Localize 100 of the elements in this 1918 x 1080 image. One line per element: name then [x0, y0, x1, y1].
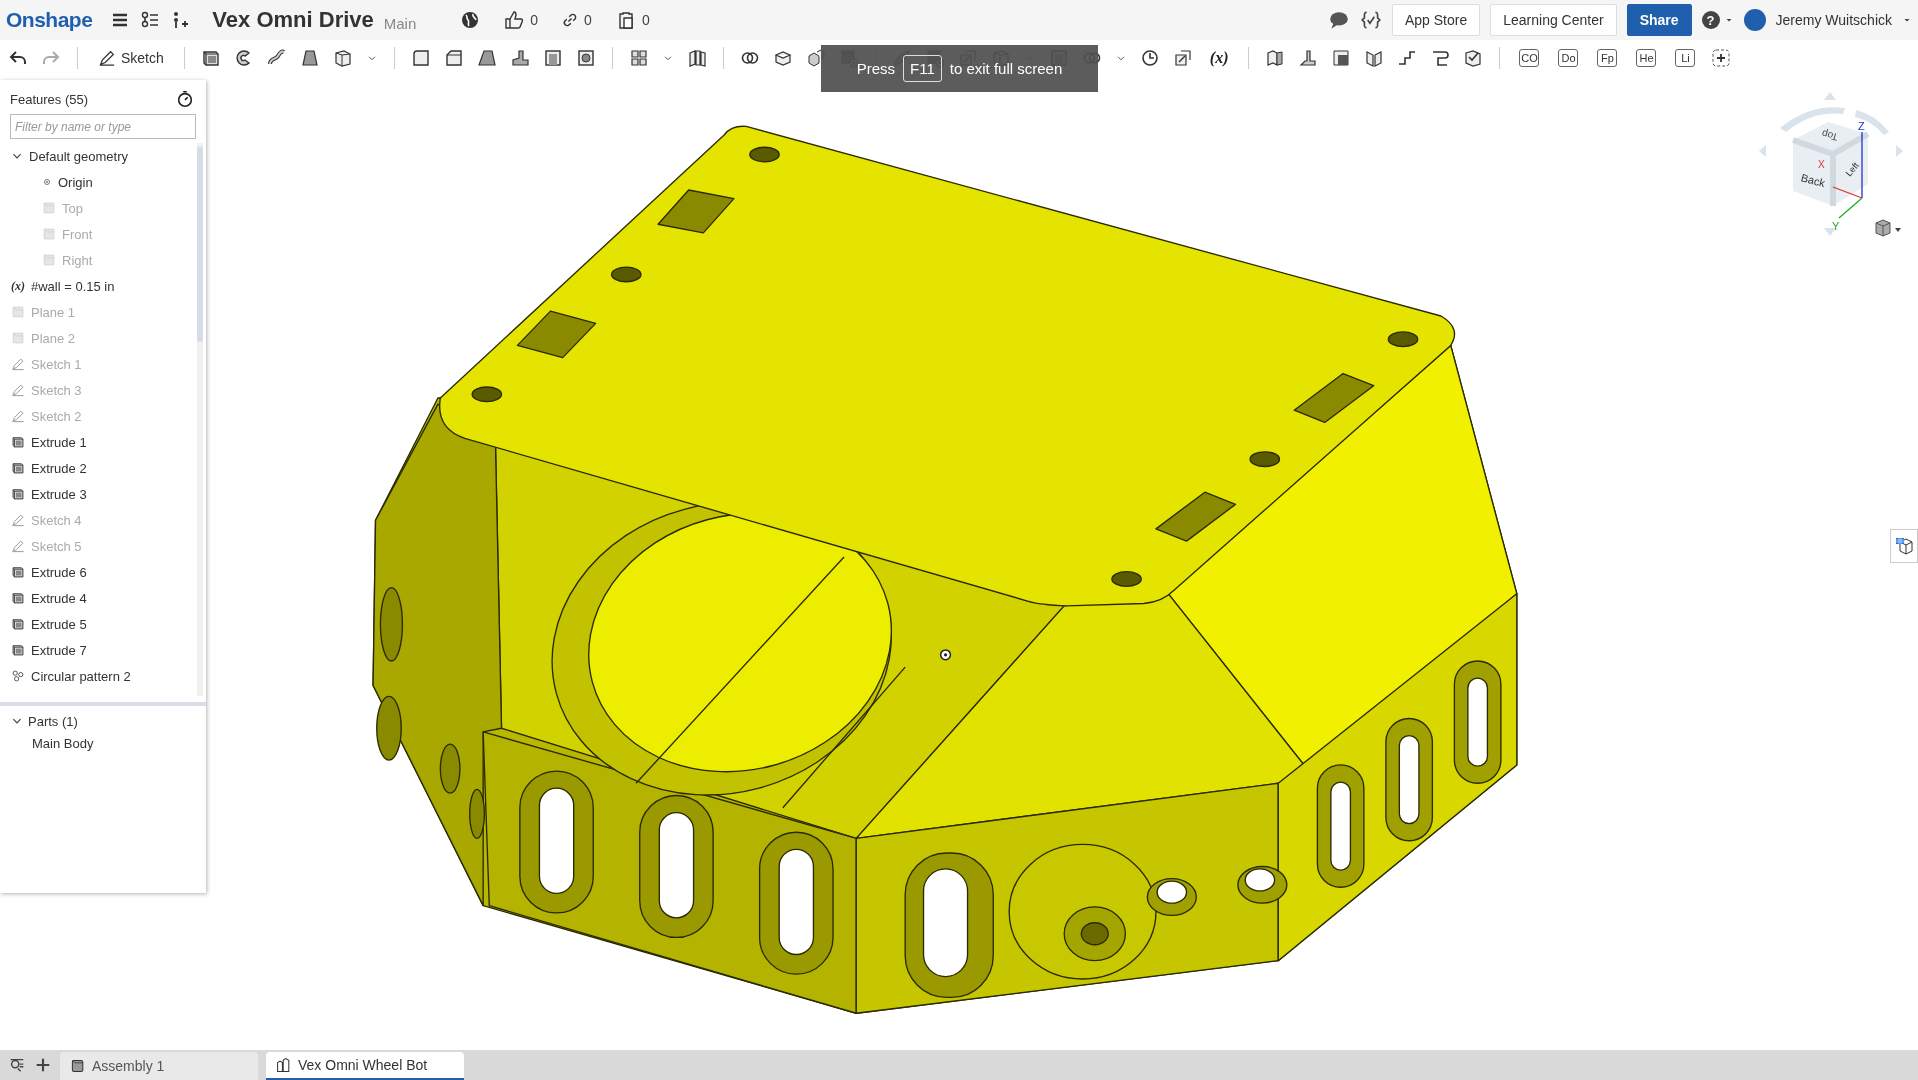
add-icon[interactable]: [34, 1056, 52, 1074]
part-item[interactable]: Main Body: [0, 732, 206, 754]
wedge-icon[interactable]: [476, 47, 497, 68]
feature-label[interactable]: Extrude 4: [31, 590, 87, 606]
custom-feature-button[interactable]: Fp: [1597, 48, 1618, 67]
frustum-icon[interactable]: [299, 47, 320, 68]
bend-icon[interactable]: [1298, 47, 1319, 68]
filter-field[interactable]: Filter by name or type: [10, 114, 196, 139]
document-tab[interactable]: Vex Omni Wheel Bot: [266, 1052, 464, 1080]
search-list-icon[interactable]: [8, 1056, 26, 1074]
variable-icon: (x): [11, 278, 25, 294]
panel-title: Features (55): [10, 91, 89, 107]
thumbs-up-icon[interactable]: [504, 10, 525, 30]
pencil-icon: [98, 48, 116, 67]
feature-label[interactable]: Extrude 2: [31, 460, 87, 476]
box-icon: [11, 461, 25, 475]
axis-label: Y: [1832, 220, 1840, 232]
box-icon: [11, 565, 25, 579]
share-button[interactable]: Share: [1626, 4, 1692, 36]
header-button[interactable]: Learning Center: [1490, 4, 1617, 36]
cube-face-label[interactable]: Left: [1843, 160, 1861, 179]
feature-label[interactable]: Extrude 1: [31, 434, 87, 450]
links-count: 0: [584, 12, 592, 28]
comment-icon[interactable]: [1327, 9, 1350, 31]
custom-feature-button[interactable]: CO: [1519, 48, 1540, 67]
origin-icon: [42, 177, 52, 187]
box-check-icon[interactable]: [1463, 47, 1484, 68]
tree-list-icon[interactable]: [140, 10, 161, 30]
cube-icon[interactable]: [332, 47, 353, 68]
globe-icon[interactable]: [460, 10, 481, 30]
feature-label[interactable]: Extrude 6: [31, 564, 87, 580]
feature-label[interactable]: Extrude 7: [31, 642, 87, 658]
variable-button[interactable]: (x): [1205, 48, 1233, 67]
parts-header[interactable]: Parts (1): [28, 713, 78, 729]
caret-icon[interactable]: [1895, 228, 1901, 232]
feature-label[interactable]: #wall = 0.15 in: [31, 278, 115, 294]
box-icon: [11, 435, 25, 449]
feature-label[interactable]: Default geometry: [29, 148, 128, 164]
cursor-icon: [939, 649, 952, 661]
grid-icon[interactable]: [628, 47, 649, 68]
app-logo[interactable]: Onshape: [6, 8, 93, 32]
cube-view-icon[interactable]: [1875, 219, 1891, 237]
feature-label[interactable]: Circular pattern 2: [31, 668, 131, 684]
plane-icon: [11, 305, 25, 319]
clock-icon[interactable]: [1139, 47, 1160, 68]
link-icon[interactable]: [562, 12, 579, 28]
box-icon: [11, 643, 25, 657]
tooltip-text: to exit full screen: [949, 60, 1063, 77]
tooltip-text: Press: [856, 60, 895, 77]
cube-face-label[interactable]: Back: [1799, 171, 1827, 190]
book-icon[interactable]: [1265, 47, 1286, 68]
custom-feature-button[interactable]: Do: [1558, 48, 1579, 67]
disc-box-icon[interactable]: [575, 47, 596, 68]
chamfer-box-icon[interactable]: [443, 47, 464, 68]
circles-icon: [11, 669, 25, 683]
pencil-icon: [11, 357, 25, 371]
panels-icon[interactable]: [686, 47, 707, 68]
cube-grid-icon: [1894, 536, 1914, 556]
plane-icon: [42, 227, 56, 241]
box-icon: [11, 591, 25, 605]
user-name[interactable]: Jeremy Wuitschick: [1775, 12, 1892, 28]
header-button[interactable]: App Store: [1391, 4, 1481, 36]
feature-label[interactable]: Extrude 3: [31, 486, 87, 502]
document-tab[interactable]: Assembly 1: [60, 1052, 258, 1080]
custom-feature-button[interactable]: Li: [1675, 48, 1696, 67]
part-model-drawing[interactable]: [372, 125, 1518, 1014]
sketch-button[interactable]: Sketch: [94, 48, 168, 67]
document-title: Vex Omni Drive: [212, 7, 374, 33]
braces-check-icon[interactable]: [1359, 9, 1382, 31]
blocks-icon: [276, 1057, 292, 1073]
plane-icon: [11, 331, 25, 345]
rounded-box-icon[interactable]: [410, 47, 431, 68]
add-icon[interactable]: [1711, 47, 1732, 68]
step-icon[interactable]: [509, 47, 530, 68]
pencil-icon: [11, 539, 25, 553]
pencil-icon: [11, 513, 25, 527]
feature-label[interactable]: Origin: [58, 174, 93, 190]
custom-feature-button[interactable]: He: [1636, 48, 1657, 67]
feature-label[interactable]: Extrude 5: [31, 616, 87, 632]
box-icon: [11, 617, 25, 631]
axis-label: Z: [1858, 120, 1865, 132]
help-icon[interactable]: ?: [1701, 11, 1720, 29]
box-icon[interactable]: [542, 47, 563, 68]
scrollbar[interactable]: [197, 143, 203, 696]
plane-icon: [42, 253, 56, 267]
flange-icon[interactable]: [1331, 47, 1352, 68]
stopwatch-icon[interactable]: [176, 90, 194, 108]
box-arrow-icon[interactable]: [1172, 47, 1193, 68]
box-icon: [11, 487, 25, 501]
copies-count: 0: [641, 12, 650, 28]
cube-face-label[interactable]: Top: [1820, 128, 1840, 143]
avatar-icon[interactable]: [1743, 9, 1766, 31]
axis-label: X: [1818, 159, 1825, 170]
plane-icon: [42, 201, 56, 215]
pencil-icon: [11, 409, 25, 423]
pencil-icon: [11, 383, 25, 397]
likes-count: 0: [530, 12, 539, 28]
assembly-icon: [70, 1058, 86, 1074]
parts-list-button[interactable]: [1890, 529, 1918, 563]
key-cap: F11: [903, 55, 942, 82]
